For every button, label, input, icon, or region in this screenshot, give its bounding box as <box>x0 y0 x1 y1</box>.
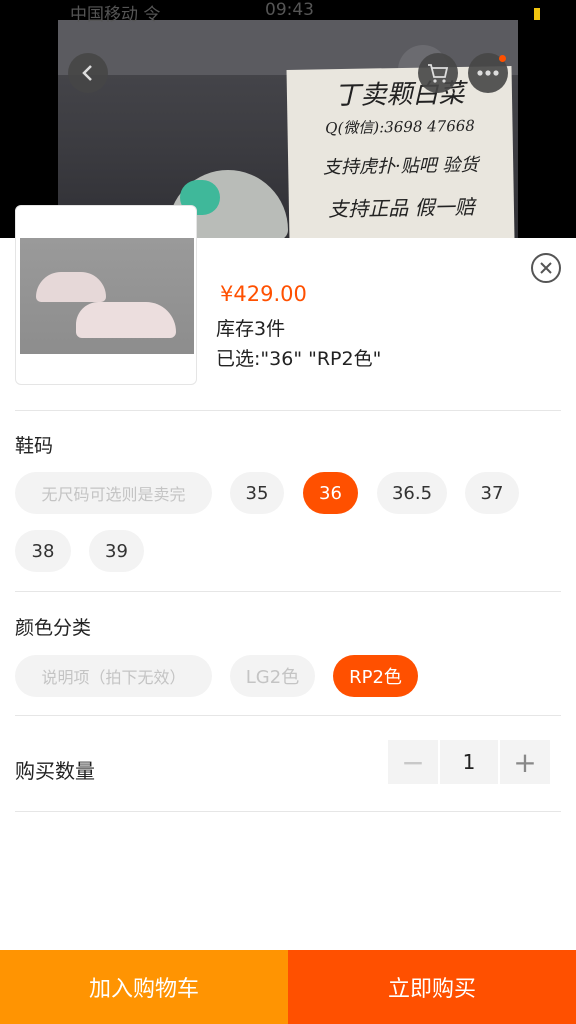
carrier-label: 中国移动 令 <box>70 5 161 25</box>
size-option-36[interactable]: 36 <box>303 472 358 514</box>
size-option-37[interactable]: 37 <box>465 472 519 514</box>
size-option-38[interactable]: 38 <box>15 530 71 572</box>
sku-thumbnail-image <box>20 238 194 354</box>
divider <box>15 715 561 716</box>
back-button[interactable] <box>68 53 108 93</box>
sign-line-3: 支持虎扑·贴吧 验货 <box>322 154 479 179</box>
size-option-36-5[interactable]: 36.5 <box>377 472 447 514</box>
product-page-backdrop: 丁卖颗白菜 Q(微信):3698 47668 支持虎扑·贴吧 验货 支持正品 假… <box>0 0 576 240</box>
chevron-left-icon <box>82 65 92 81</box>
battery-icon <box>534 8 540 20</box>
sku-thumbnail <box>15 205 197 385</box>
more-icon <box>477 70 499 76</box>
size-option-39[interactable]: 39 <box>89 530 144 572</box>
close-icon <box>540 262 552 274</box>
add-to-cart-button[interactable]: 加入购物车 <box>0 950 288 1024</box>
quantity-value[interactable]: 1 <box>440 740 498 784</box>
size-option-soldout: 无尺码可选则是卖完 <box>15 472 212 514</box>
color-option-note: 说明项（拍下无效） <box>15 655 212 697</box>
sku-selection-sheet: ¥429.00 库存3件 已选:"36" "RP2色" 鞋码 无尺码可选则是卖完… <box>0 205 576 1024</box>
status-bar: 中国移动 令 09:43 <box>0 0 576 25</box>
cart-button[interactable] <box>418 53 458 93</box>
quantity-decrease-button[interactable]: − <box>388 740 438 784</box>
divider <box>15 410 561 411</box>
close-button[interactable] <box>531 253 561 283</box>
color-option-lg2: LG2色 <box>230 655 315 697</box>
sku-price: ¥429.00 <box>220 282 307 306</box>
sign-line-4: 支持正品 假一赔 <box>328 194 475 222</box>
size-option-35[interactable]: 35 <box>230 472 284 514</box>
minus-icon: − <box>401 745 425 779</box>
sku-selected: 已选:"36" "RP2色" <box>216 348 382 370</box>
more-button[interactable] <box>468 53 508 93</box>
photo-handwritten-sign: 丁卖颗白菜 Q(微信):3698 47668 支持虎扑·贴吧 验货 支持正品 假… <box>286 66 515 240</box>
color-section-title: 颜色分类 <box>15 617 92 639</box>
divider <box>15 811 561 812</box>
notification-dot <box>499 55 506 62</box>
thumb-shoe-right <box>76 302 176 338</box>
sign-line-2: Q(微信):3698 47668 <box>325 116 476 138</box>
quantity-increase-button[interactable]: + <box>500 740 550 784</box>
sku-stock: 库存3件 <box>216 318 286 340</box>
plus-icon: + <box>513 745 537 779</box>
divider <box>15 591 561 592</box>
clock-label: 09:43 <box>265 0 314 20</box>
cart-icon <box>428 64 449 83</box>
quantity-label: 购买数量 <box>15 759 95 783</box>
size-section-title: 鞋码 <box>15 435 54 457</box>
color-option-rp2[interactable]: RP2色 <box>333 655 418 697</box>
thumb-shoe-left <box>36 272 106 302</box>
buy-now-button[interactable]: 立即购买 <box>288 950 576 1024</box>
